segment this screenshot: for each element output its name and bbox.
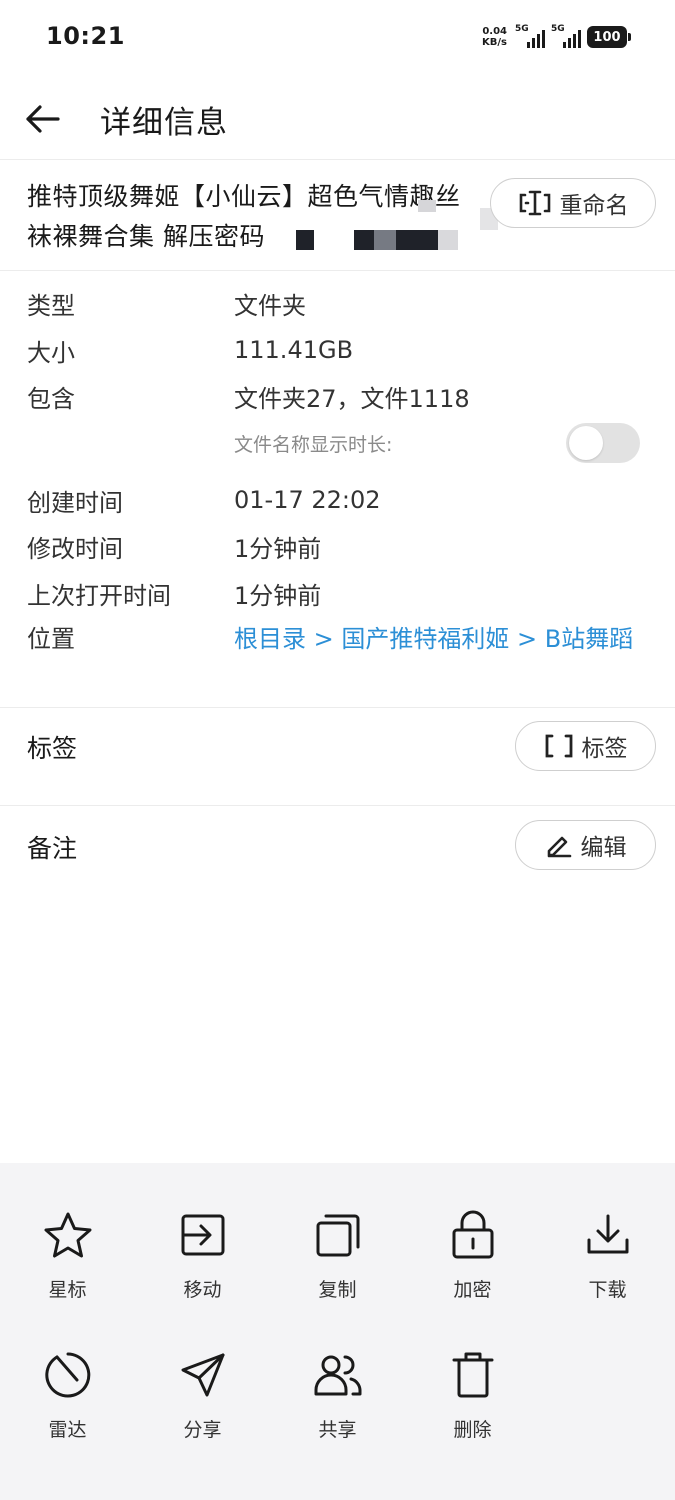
contains-label: 包含: [27, 384, 75, 413]
redaction-block: [374, 230, 396, 250]
edit-button-label: 编辑: [580, 835, 627, 861]
tag-bracket-icon: [545, 734, 572, 758]
action-bar: 星标 移动 复制 加密 下载 雷达 分享 共享 删除: [0, 1163, 675, 1500]
redaction-block: [354, 230, 374, 250]
type-value: 文件夹: [234, 291, 306, 320]
divider: [0, 707, 675, 708]
redaction-block: [438, 230, 458, 250]
add-tag-button[interactable]: 标签: [515, 721, 656, 771]
show-duration-toggle[interactable]: [566, 423, 640, 463]
location-label: 位置: [27, 625, 75, 653]
type-label: 类型: [27, 291, 75, 320]
toggle-knob: [569, 426, 603, 460]
share-button[interactable]: 分享: [135, 1349, 270, 1459]
star-label: 星标: [48, 1279, 87, 1301]
last-opened-label: 上次打开时间: [27, 581, 171, 610]
status-time: 10:21: [46, 22, 125, 50]
users-icon: [314, 1355, 361, 1396]
delete-label: 删除: [453, 1419, 492, 1441]
redaction-block: [396, 230, 438, 250]
page-title: 详细信息: [100, 104, 228, 141]
star-icon: [44, 1212, 91, 1258]
show-duration-label: 文件名称显示时长:: [234, 433, 393, 456]
copy-label: 复制: [318, 1279, 357, 1301]
network-speed: 0.04 KB/s: [482, 26, 507, 48]
lock-icon: [452, 1210, 493, 1259]
encrypt-label: 加密: [453, 1279, 492, 1301]
copy-button[interactable]: 复制: [270, 1209, 405, 1319]
battery-icon: 100: [587, 26, 631, 48]
info-row-type: 类型 文件夹: [27, 283, 306, 323]
radar-label: 雷达: [48, 1419, 87, 1441]
redaction-block: [418, 200, 436, 212]
notes-label: 备注: [27, 834, 78, 863]
size-label: 大小: [27, 338, 75, 367]
divider: [0, 270, 675, 271]
location-link[interactable]: 根目录 > 国产推特福利姬 > B站舞蹈: [234, 620, 644, 658]
arrow-left-icon: [26, 105, 60, 133]
status-indicators: 0.04 KB/s 5G 5G 100: [482, 22, 631, 52]
rename-label: 重命名: [559, 193, 629, 219]
move-label: 移动: [183, 1279, 222, 1301]
pencil-icon: [547, 836, 571, 858]
info-row-modified: 修改时间 1分钟前: [27, 526, 321, 566]
copy-icon: [316, 1214, 359, 1257]
info-row-last-opened: 上次打开时间 1分钟前: [27, 573, 321, 613]
network-speed-value: 0.04: [482, 26, 507, 37]
radar-button[interactable]: 雷达: [0, 1349, 135, 1459]
trash-icon: [452, 1352, 493, 1398]
download-label: 下载: [588, 1279, 627, 1301]
info-row-created: 创建时间 01-17 22:02: [27, 480, 381, 520]
encrypt-button[interactable]: 加密: [405, 1209, 540, 1319]
collaborate-label: 共享: [318, 1419, 357, 1441]
redaction-block: [296, 230, 314, 250]
signal-icon: 5G: [551, 24, 581, 50]
last-opened-value: 1分钟前: [234, 581, 322, 610]
info-row-contains: 包含 文件夹27，文件1118: [27, 376, 470, 416]
app-header: 详细信息: [0, 80, 675, 158]
share-label: 分享: [183, 1419, 222, 1441]
edit-note-button[interactable]: 编辑: [515, 820, 656, 870]
radar-icon: [44, 1352, 90, 1398]
divider: [0, 805, 675, 806]
rename-icon: [519, 190, 550, 216]
size-value: 111.41GB: [234, 336, 354, 364]
modified-label: 修改时间: [27, 534, 123, 563]
contains-value: 文件夹27，文件1118: [234, 384, 470, 413]
tags-label: 标签: [27, 734, 78, 763]
delete-button[interactable]: 删除: [405, 1349, 540, 1459]
rename-button[interactable]: 重命名: [490, 178, 656, 228]
info-row-size: 大小 111.41GB: [27, 330, 353, 370]
modified-value: 1分钟前: [234, 534, 322, 563]
created-value: 01-17 22:02: [234, 486, 381, 514]
star-button[interactable]: 星标: [0, 1209, 135, 1319]
send-icon: [181, 1353, 224, 1397]
move-button[interactable]: 移动: [135, 1209, 270, 1319]
tag-button-label: 标签: [581, 736, 628, 762]
download-icon: [587, 1214, 628, 1254]
battery-level: 100: [593, 29, 621, 45]
signal-icon: 5G: [515, 24, 545, 50]
info-row-location: 位置 根目录 > 国产推特福利姬 > B站舞蹈: [27, 620, 644, 658]
download-button[interactable]: 下载: [540, 1209, 675, 1319]
collaborate-button[interactable]: 共享: [270, 1349, 405, 1459]
created-label: 创建时间: [27, 488, 123, 517]
status-bar: 10:21 0.04 KB/s 5G 5G 100: [0, 0, 675, 76]
network-speed-unit: KB/s: [482, 37, 507, 48]
back-button[interactable]: [0, 80, 84, 158]
file-name-row: 推特顶级舞姬【小仙云】超色气情趣丝袜裸舞合集 解压密码 重命名: [0, 160, 675, 270]
move-icon: [181, 1214, 224, 1256]
